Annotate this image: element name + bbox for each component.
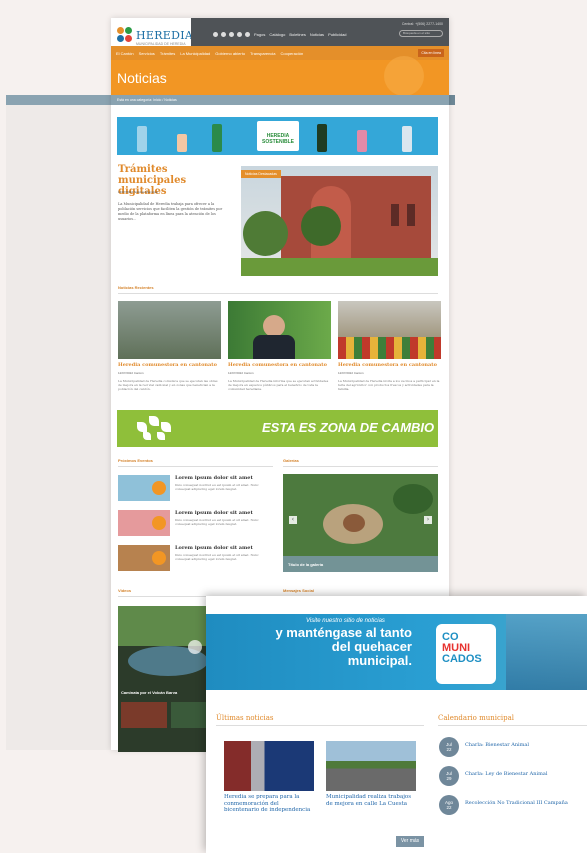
news-card-image [118, 301, 221, 359]
gallery-caption: Título de la galería [283, 556, 438, 572]
news-card-image [338, 301, 441, 359]
event-title[interactable]: Charla: Bienestar Animal [465, 742, 587, 748]
gallery-slider[interactable]: ‹ › Título de la galería [283, 474, 438, 572]
background-band-edge [449, 95, 455, 105]
recent-news-heading: Noticias Recientes [118, 285, 154, 290]
events-heading: Próximos Eventos [118, 458, 153, 463]
news-card[interactable]: Heredia comunestora en cantonato 12/07/2… [228, 301, 331, 391]
leaf-icon [137, 422, 147, 432]
news-card-title[interactable]: Heredia comunestora en cantonato [228, 362, 331, 368]
news-item[interactable]: Heredia se prepara para la conmemoración… [224, 741, 314, 814]
news-item-image [224, 741, 314, 791]
latest-news-heading: Últimas noticias [216, 714, 274, 722]
event-item[interactable]: Lorem ipsum dolor sit amet Duis consequa… [118, 510, 268, 538]
calendar-event[interactable]: Jul 22 Charla: Bienestar Animal [439, 737, 587, 761]
calendar-event[interactable]: Ago 22 Recolección No Tradicional III Ca… [439, 795, 587, 819]
play-icon[interactable] [188, 640, 202, 654]
banner-cityscape [506, 614, 587, 690]
news-card-meta: 12/07/2022 Cantón [228, 371, 254, 375]
video-caption: Caminata por el Volcán Barva [121, 690, 178, 695]
news-card[interactable]: Heredia comunestora en cantonato 12/07/2… [118, 301, 221, 391]
gallery-next-button[interactable]: › [424, 516, 432, 524]
zona-de-cambio-text: ESTA ES ZONA DE CAMBIO [262, 420, 435, 435]
gallery-heading: Galerías [283, 458, 299, 463]
event-day: 29 [446, 776, 452, 781]
news-item-title[interactable]: Municipalidad realiza trabajos de mejora… [326, 794, 416, 807]
zona-de-cambio-banner[interactable]: ESTA ES ZONA DE CAMBIO [117, 410, 438, 447]
news-card-meta: 12/07/2022 Cantón [338, 371, 364, 375]
featured-meta: 12/07/2022 Noticias Municipio [118, 190, 159, 194]
sostenible-banner[interactable]: HEREDIA SOSTENIBLE [117, 117, 438, 155]
comunicados-logo: CO MUNI CADOS [436, 624, 496, 684]
news-card-image [228, 301, 331, 359]
divider [438, 725, 587, 726]
news-card-title[interactable]: Heredia comunestora en cantonato [338, 362, 441, 368]
event-image [118, 475, 170, 501]
event-title[interactable]: Lorem ipsum dolor sit amet [175, 510, 253, 516]
divider [118, 466, 273, 467]
leaf-icon [143, 432, 151, 440]
divider [216, 725, 424, 726]
gallery-prev-button[interactable]: ‹ [289, 516, 297, 524]
featured-body: La Municipalidad de Heredia trabaja para… [118, 202, 223, 221]
news-card[interactable]: Heredia comunestora en cantonato 12/07/2… [338, 301, 441, 391]
featured-tag: Noticias Destacadas [241, 170, 281, 178]
news-item-title[interactable]: Heredia se prepara para la conmemoración… [224, 794, 314, 814]
page-shadow [6, 105, 111, 750]
news-item[interactable]: Municipalidad realiza trabajos de mejora… [326, 741, 416, 807]
comunicados-banner[interactable]: Visite nuestro sitio de noticias y manté… [206, 614, 587, 690]
banner-line-1: Visite nuestro sitio de noticias [306, 618, 385, 624]
divider [118, 293, 438, 294]
leaf-icon [157, 432, 165, 440]
calendar-heading: Calendario municipal [438, 714, 515, 722]
news-card-body: La Municipalidad de Heredia informa que … [228, 379, 329, 391]
event-title[interactable]: Recolección No Tradicional III Campaña [465, 800, 587, 806]
event-day: 22 [446, 747, 452, 752]
event-day: 22 [446, 805, 452, 810]
news-card-meta: 12/07/2022 Cantón [118, 371, 144, 375]
divider [283, 466, 438, 467]
banner-line-2: y manténgase al tanto del quehacer munic… [275, 625, 412, 668]
sostenible-logo: HEREDIA SOSTENIBLE [257, 121, 299, 151]
event-date-badge: Jul 22 [439, 737, 459, 757]
see-more-button[interactable]: Ver más [396, 836, 424, 847]
leaf-icon [161, 422, 171, 432]
logo-line: CADOS [442, 653, 482, 665]
event-date-badge: Ago 22 [439, 795, 459, 815]
featured-image[interactable]: Noticias Destacadas [241, 166, 438, 276]
event-image [118, 545, 170, 571]
videos-heading: Videos [118, 588, 132, 593]
news-card-title[interactable]: Heredia comunestora en cantonato [118, 362, 221, 368]
event-title[interactable]: Lorem ipsum dolor sit amet [175, 475, 253, 481]
event-desc: Duis consequat nostrud eu est ipsum et s… [175, 483, 259, 491]
website-page-front: Visite nuestro sitio de noticias y manté… [206, 596, 587, 853]
event-title[interactable]: Lorem ipsum dolor sit amet [175, 545, 253, 551]
leaf-icon [149, 416, 159, 426]
event-image [118, 510, 170, 536]
calendar-event[interactable]: Jul 29 Charla: Ley de Bienestar Animal [439, 766, 587, 790]
event-item[interactable]: Lorem ipsum dolor sit amet Duis consequa… [118, 545, 268, 573]
news-item-image [326, 741, 416, 791]
news-card-body: La Municipalidad de Heredia invita a los… [338, 379, 440, 391]
social-heading: Mensajes Social [283, 588, 314, 593]
event-desc: Duis consequat nostrud eu est ipsum et s… [175, 518, 259, 526]
news-card-body: La Municipalidad de Heredia comunica que… [118, 379, 218, 391]
event-desc: Duis consequat nostrud eu est ipsum et s… [175, 553, 259, 561]
event-item[interactable]: Lorem ipsum dolor sit amet Duis consequa… [118, 475, 268, 503]
event-title[interactable]: Charla: Ley de Bienestar Animal [465, 771, 587, 777]
sostenible-text: HEREDIA SOSTENIBLE [262, 133, 294, 145]
event-date-badge: Jul 29 [439, 766, 459, 786]
